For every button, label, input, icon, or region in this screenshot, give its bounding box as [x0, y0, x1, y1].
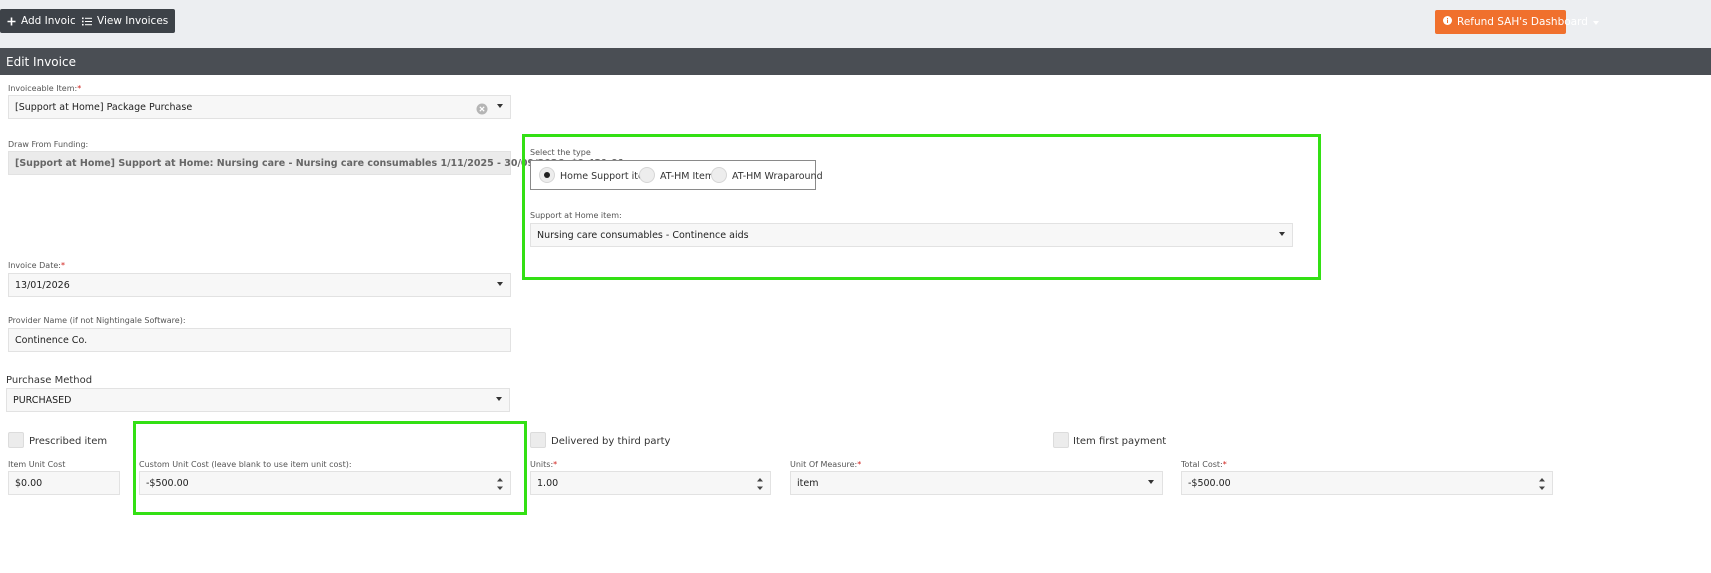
- purchase-method-label: Purchase Method: [6, 375, 93, 386]
- stepper-arrows-icon[interactable]: [496, 476, 504, 490]
- chevron-down-icon[interactable]: [1148, 480, 1154, 484]
- unit-of-measure-value: item: [797, 477, 819, 489]
- unit-of-measure-select[interactable]: item: [790, 471, 1163, 495]
- invoice-date-select[interactable]: 13/01/2026: [8, 273, 511, 297]
- clear-circle-icon[interactable]: [476, 100, 488, 119]
- plus-icon: [7, 17, 16, 26]
- panel-title: Edit Invoice: [6, 54, 76, 69]
- radio-at-hm-wraparound-label: AT-HM Wraparound: [732, 171, 823, 182]
- item-unit-cost-value: $0.00: [15, 477, 43, 489]
- panel-header: Edit Invoice: [0, 48, 1711, 75]
- total-cost-label: Total Cost:*: [1181, 460, 1227, 469]
- add-invoice-label: Add Invoice: [21, 15, 83, 27]
- prescribed-item-label: Prescribed item: [29, 436, 108, 447]
- custom-unit-cost-value: -$500.00: [146, 477, 189, 489]
- chevron-down-icon[interactable]: [1279, 232, 1285, 236]
- radio-at-hm-wraparound[interactable]: [711, 167, 727, 183]
- chevron-down-icon[interactable]: [496, 397, 502, 401]
- radio-home-support-item[interactable]: [539, 167, 555, 183]
- select-type-label: Select the type: [530, 148, 591, 157]
- list-icon: [82, 17, 92, 26]
- chevron-down-icon[interactable]: [497, 104, 503, 108]
- custom-unit-cost-label: Custom Unit Cost (leave blank to use ite…: [139, 460, 352, 469]
- prescribed-item-checkbox[interactable]: [8, 432, 24, 448]
- invoiceable-item-label: Invoiceable Item:*: [8, 84, 82, 93]
- item-first-payment-label: Item first payment: [1073, 436, 1167, 447]
- delivered-by-third-party-label: Delivered by third party: [551, 436, 671, 447]
- radio-at-hm-item-label: AT-HM Item: [660, 171, 715, 182]
- stepper-arrows-icon[interactable]: [1538, 476, 1546, 490]
- dashboard-dropdown-button[interactable]: Refund SAH's Dashboard: [1435, 10, 1599, 34]
- item-first-payment-checkbox[interactable]: [1053, 432, 1069, 448]
- provider-name-value: Continence Co.: [15, 334, 88, 346]
- units-input[interactable]: 1.00: [530, 471, 771, 495]
- total-cost-input[interactable]: -$500.00: [1181, 471, 1553, 495]
- item-unit-cost-label: Item Unit Cost: [8, 460, 66, 469]
- invoiceable-item-select[interactable]: [Support at Home] Package Purchase: [8, 95, 511, 119]
- view-invoices-label: View Invoices: [97, 15, 169, 27]
- units-value: 1.00: [537, 477, 559, 489]
- view-invoices-button[interactable]: View Invoices: [75, 9, 176, 33]
- purchase-method-select[interactable]: PURCHASED: [6, 388, 510, 412]
- stepper-arrows-icon[interactable]: [756, 476, 764, 490]
- draw-from-funding-label: Draw From Funding:: [8, 140, 89, 149]
- custom-unit-cost-input[interactable]: -$500.00: [139, 471, 511, 495]
- delivered-by-third-party-checkbox[interactable]: [530, 432, 546, 448]
- highlight-type-section: [522, 134, 1321, 280]
- provider-name-label: Provider Name (if not Nightingale Softwa…: [8, 316, 186, 325]
- total-cost-value: -$500.00: [1188, 477, 1231, 489]
- info-circle-icon: [1443, 16, 1452, 28]
- sah-item-value: Nursing care consumables - Continence ai…: [537, 229, 749, 241]
- invoiceable-item-value: [Support at Home] Package Purchase: [15, 101, 193, 113]
- invoice-date-value: 13/01/2026: [15, 279, 70, 291]
- draw-from-funding-field: [Support at Home] Support at Home: Nursi…: [8, 151, 624, 175]
- provider-name-input[interactable]: Continence Co.: [8, 328, 511, 352]
- chevron-down-icon[interactable]: [497, 282, 503, 286]
- sah-item-label: Support at Home item:: [530, 211, 622, 220]
- dashboard-label: Refund SAH's Dashboard: [1457, 16, 1588, 28]
- units-label: Units:*: [530, 460, 558, 469]
- item-unit-cost-field: $0.00: [8, 471, 120, 495]
- radio-at-hm-item[interactable]: [639, 167, 655, 183]
- invoice-date-label: Invoice Date:*: [8, 261, 65, 270]
- purchase-method-value: PURCHASED: [13, 394, 72, 406]
- sah-item-select[interactable]: Nursing care consumables - Continence ai…: [530, 223, 1293, 247]
- caret-down-icon: [1592, 16, 1599, 28]
- unit-of-measure-label: Unit Of Measure:*: [790, 460, 862, 469]
